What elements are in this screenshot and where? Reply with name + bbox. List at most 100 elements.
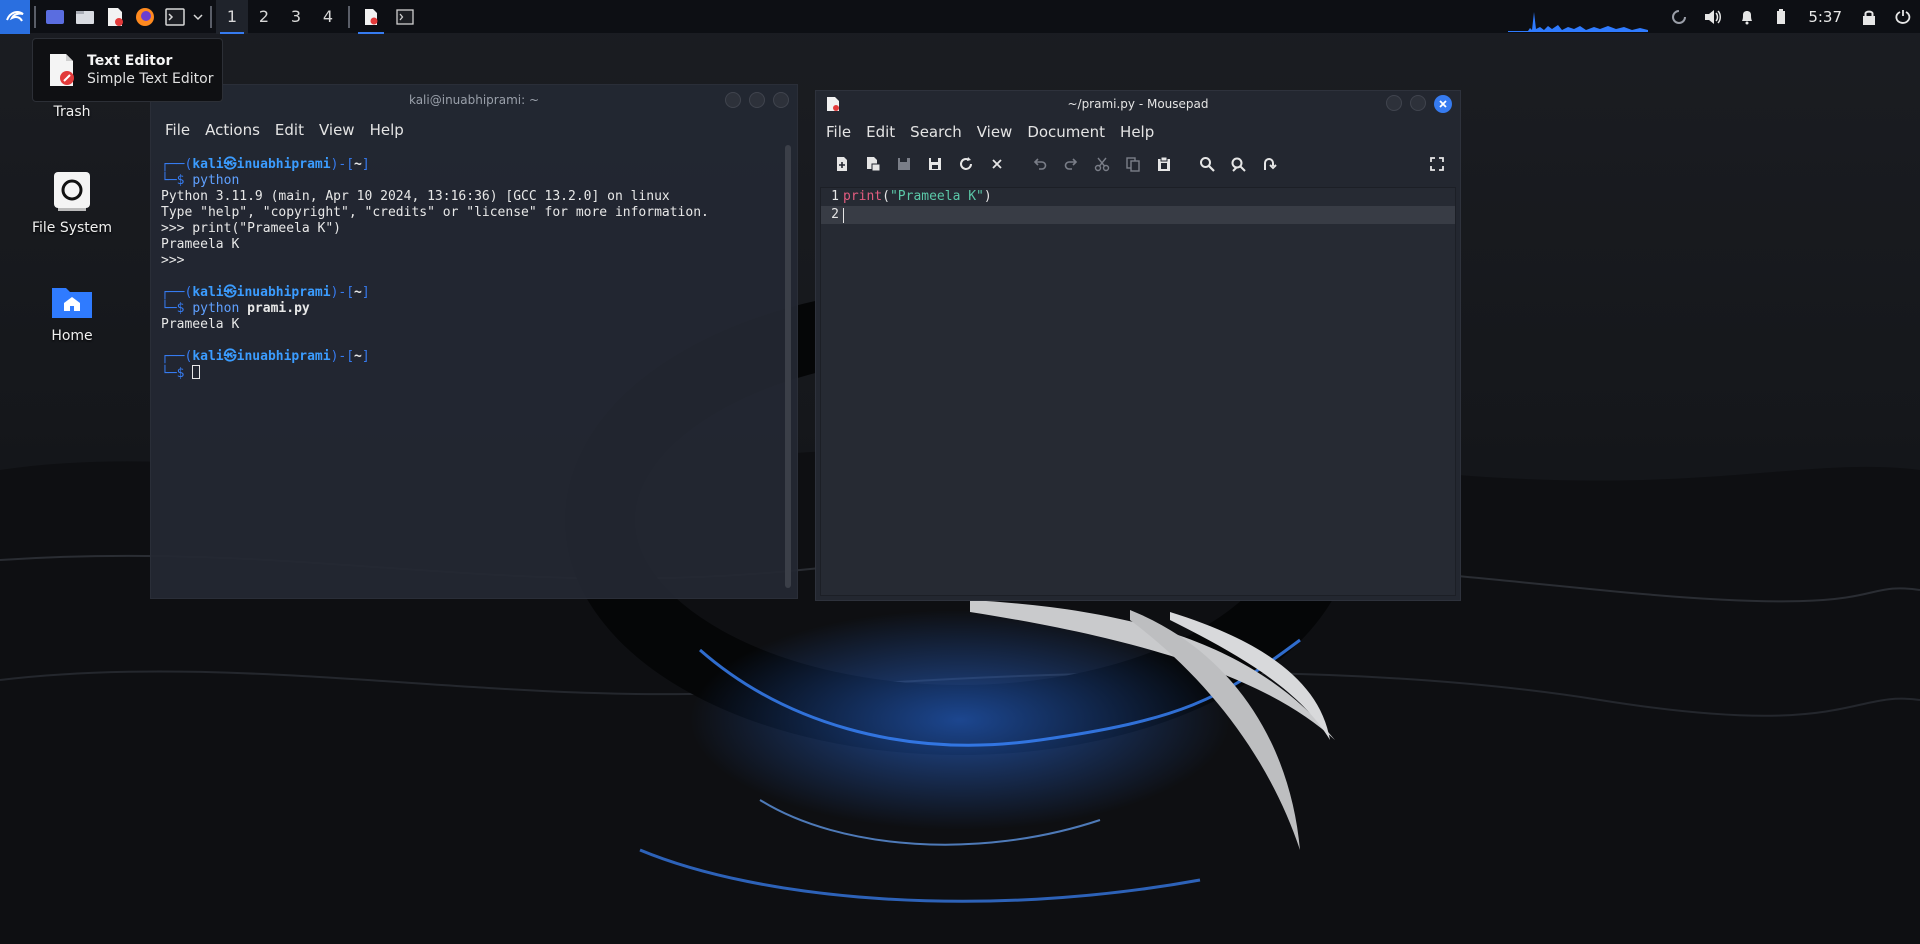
prompt-user: kali (192, 285, 224, 300)
logout-button[interactable] (1886, 0, 1920, 34)
network-status[interactable] (1662, 0, 1696, 34)
menu-edit[interactable]: Edit (275, 121, 313, 139)
save-button[interactable] (888, 149, 919, 179)
find-replace-button[interactable] (1222, 149, 1253, 179)
save-as-button[interactable] (919, 149, 950, 179)
output-line: >>> (161, 253, 185, 268)
prompt-user: kali (192, 157, 224, 172)
menu-document[interactable]: Document (1027, 123, 1114, 141)
menu-view[interactable]: View (319, 121, 364, 139)
paste-icon (1157, 156, 1170, 171)
maximize-button[interactable] (1410, 95, 1426, 111)
cut-button[interactable] (1086, 149, 1117, 179)
editor-text-area[interactable]: 1 print("Prameela K") 2 (820, 187, 1456, 596)
notifications-button[interactable] (1730, 0, 1764, 34)
drive-icon (54, 172, 90, 211)
terminal-scrollbar[interactable] (785, 145, 791, 588)
terminal-menubar: File Actions Edit View Help (151, 115, 797, 145)
menu-file[interactable]: File (165, 121, 199, 139)
file-manager-launcher[interactable] (70, 0, 100, 34)
terminal-window[interactable]: kali@inuabhiprami: ~ File Actions Edit V… (150, 84, 798, 599)
text-editor-icon (108, 7, 123, 26)
reload-button[interactable] (950, 149, 981, 179)
minimize-button[interactable] (725, 92, 741, 108)
menu-actions[interactable]: Actions (205, 121, 269, 139)
kali-menu-button[interactable] (0, 0, 30, 34)
output-line: Python 3.11.9 (main, Apr 10 2024, 13:16:… (161, 189, 670, 204)
maximize-button[interactable] (749, 92, 765, 108)
panel-separator (34, 5, 36, 28)
close-icon (1439, 100, 1447, 108)
new-window-button[interactable] (857, 149, 888, 179)
kali-dragon-icon (6, 10, 24, 22)
workspace-1[interactable]: 1 (216, 0, 248, 34)
menu-search[interactable]: Search (910, 123, 971, 141)
redo-button[interactable] (1055, 149, 1086, 179)
launcher-tooltip: Text Editor Simple Text Editor (32, 38, 223, 102)
desktop-icon-label: File System (31, 220, 113, 236)
workspace-3[interactable]: 3 (280, 0, 312, 34)
prompt-user: kali (192, 349, 224, 364)
menu-help[interactable]: Help (1120, 123, 1163, 141)
firefox-launcher[interactable] (130, 0, 160, 34)
tooltip-subtitle: Simple Text Editor (87, 71, 214, 87)
copy-icon (1125, 157, 1140, 172)
mousepad-window[interactable]: ~/prami.py - Mousepad File Edit Search V… (815, 90, 1461, 601)
close-button[interactable] (773, 92, 789, 108)
terminal-titlebar[interactable]: kali@inuabhiprami: ~ (151, 85, 797, 115)
paste-button[interactable] (1148, 149, 1179, 179)
terminal-icon (165, 7, 185, 26)
workspace-4[interactable]: 4 (312, 0, 344, 34)
editor-line: 1 print("Prameela K") (821, 188, 1455, 206)
go-to-line-button[interactable] (1253, 149, 1284, 179)
prompt-dir: ~ (354, 157, 362, 172)
jump-icon (1263, 158, 1277, 170)
menu-view[interactable]: View (977, 123, 1022, 141)
mousepad-window-controls (1386, 95, 1452, 113)
menu-edit[interactable]: Edit (866, 123, 904, 141)
close-button[interactable] (1434, 95, 1452, 113)
undo-button[interactable] (1024, 149, 1055, 179)
bell-icon (1742, 11, 1753, 25)
mousepad-titlebar[interactable]: ~/prami.py - Mousepad (816, 91, 1460, 117)
clock[interactable]: 5:37 (1798, 8, 1852, 26)
desktop-icon-file-system[interactable]: File System (22, 170, 122, 236)
terminal-output[interactable]: ┌──(kali㉿inuabhiprami)-[~] └─$ python Py… (161, 157, 777, 590)
launcher-dropdown[interactable] (190, 0, 206, 34)
battery-icon (1777, 9, 1786, 24)
show-desktop-button[interactable] (40, 0, 70, 34)
volume-button[interactable] (1696, 0, 1730, 34)
terminal-icon (396, 8, 414, 25)
copy-button[interactable] (1117, 149, 1148, 179)
desktop-icon-trash[interactable]: Trash (22, 100, 122, 120)
menu-help[interactable]: Help (370, 121, 413, 139)
prompt-host: inuabhiprami (236, 349, 331, 364)
lock-screen-button[interactable] (1852, 0, 1886, 34)
output-line: Type "help", "copyright", "credits" or "… (161, 205, 709, 220)
taskbar-mousepad[interactable] (354, 0, 388, 34)
cpu-graph[interactable] (1508, 2, 1649, 32)
text-editor-icon (827, 97, 839, 111)
minimize-button[interactable] (1386, 95, 1402, 111)
new-document-button[interactable] (826, 149, 857, 179)
text-editor-launcher[interactable] (100, 0, 130, 34)
mousepad-title: ~/prami.py - Mousepad (1067, 97, 1209, 111)
taskbar-terminal[interactable] (388, 0, 422, 34)
battery-status[interactable] (1764, 0, 1798, 34)
command-argument: prami.py (247, 301, 310, 316)
terminal-launcher[interactable] (160, 0, 190, 34)
output-line: Prameela K (161, 317, 240, 332)
panel-tray: 5:37 (1508, 0, 1920, 34)
workspace-2[interactable]: 2 (248, 0, 280, 34)
fullscreen-button[interactable] (1421, 149, 1452, 179)
menu-file[interactable]: File (826, 123, 860, 141)
terminal-cursor (192, 365, 201, 379)
code-paren: ( (882, 189, 890, 204)
find-button[interactable] (1191, 149, 1222, 179)
desktop-icon-home[interactable]: Home (22, 282, 122, 344)
close-document-button[interactable] (981, 149, 1012, 179)
new-file-icon (836, 157, 847, 171)
search-icon (1199, 157, 1215, 172)
mousepad-menubar: File Edit Search View Document Help (816, 117, 1460, 147)
panel-separator (210, 5, 212, 28)
